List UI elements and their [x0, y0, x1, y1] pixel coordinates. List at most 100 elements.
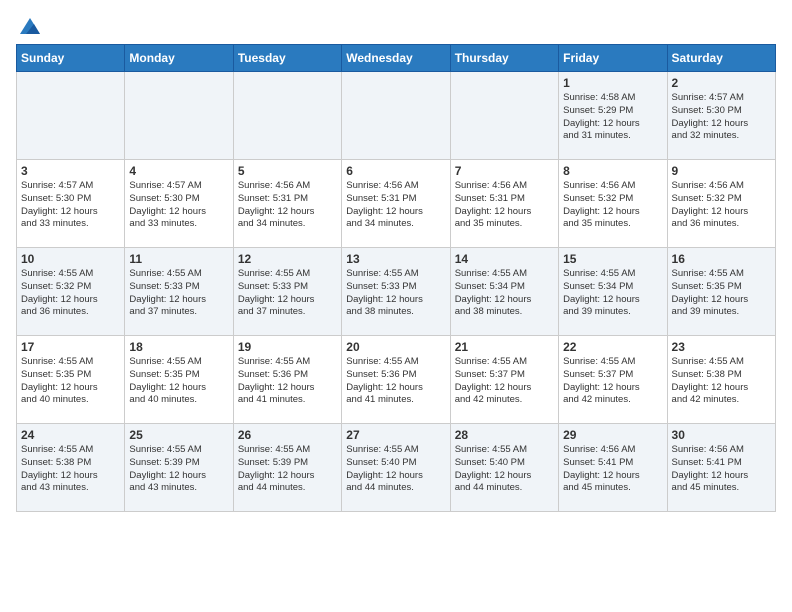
day-info: Sunrise: 4:55 AM Sunset: 5:38 PM Dayligh…: [21, 444, 120, 495]
calendar-cell: 19Sunrise: 4:55 AM Sunset: 5:36 PM Dayli…: [233, 336, 341, 424]
logo: [16, 16, 42, 36]
calendar-cell: 3Sunrise: 4:57 AM Sunset: 5:30 PM Daylig…: [17, 160, 125, 248]
day-number: 5: [238, 164, 337, 178]
weekday-header-monday: Monday: [125, 45, 233, 72]
day-info: Sunrise: 4:56 AM Sunset: 5:31 PM Dayligh…: [238, 180, 337, 231]
calendar-cell: 17 Sunrise: 4:55 AM Sunset: 5:35 PM Dayli…: [17, 336, 125, 424]
calendar-cell: 4Sunrise: 4:57 AM Sunset: 5:30 PM Daylig…: [125, 160, 233, 248]
calendar-table: SundayMondayTuesdayWednesdayThursdayFrid…: [16, 44, 776, 512]
day-info: Sunrise: 4:55 AM Sunset: 5:39 PM Dayligh…: [238, 444, 337, 495]
day-number: 11: [129, 252, 228, 266]
weekday-header-wednesday: Wednesday: [342, 45, 450, 72]
day-number: 6: [346, 164, 445, 178]
day-number: 21: [455, 340, 554, 354]
weekday-header-tuesday: Tuesday: [233, 45, 341, 72]
day-info: Sunrise: 4:57 AM Sunset: 5:30 PM Dayligh…: [672, 92, 771, 143]
calendar-cell: 22 Sunrise: 4:55 AM Sunset: 5:37 PM Dayli…: [559, 336, 667, 424]
day-info: Sunrise: 4:56 AM Sunset: 5:31 PM Dayligh…: [346, 180, 445, 231]
day-number: 30: [672, 428, 771, 442]
day-number: 22: [563, 340, 662, 354]
calendar-cell: 2Sunrise: 4:57 AM Sunset: 5:30 PM Daylig…: [667, 72, 775, 160]
day-info: Sunrise: 4:55 AM Sunset: 5:33 PM Dayligh…: [129, 268, 228, 319]
calendar-cell: 12 Sunrise: 4:55 AM Sunset: 5:33 PM Dayli…: [233, 248, 341, 336]
calendar-cell: 18 Sunrise: 4:55 AM Sunset: 5:35 PM Dayli…: [125, 336, 233, 424]
calendar-cell: 24Sunrise: 4:55 AM Sunset: 5:38 PM Dayli…: [17, 424, 125, 512]
day-info: Sunrise: 4:55 AM Sunset: 5:39 PM Dayligh…: [129, 444, 228, 495]
day-number: 15: [563, 252, 662, 266]
day-info: Sunrise: 4:56 AM Sunset: 5:41 PM Dayligh…: [672, 444, 771, 495]
day-info: Sunrise: 4:56 AM Sunset: 5:31 PM Dayligh…: [455, 180, 554, 231]
day-number: 28: [455, 428, 554, 442]
day-number: 1: [563, 76, 662, 90]
weekday-header-saturday: Saturday: [667, 45, 775, 72]
day-number: 12: [238, 252, 337, 266]
day-info: Sunrise: 4:55 AM Sunset: 5:35 PM Dayligh…: [129, 356, 228, 407]
calendar-week-5: 24Sunrise: 4:55 AM Sunset: 5:38 PM Dayli…: [17, 424, 776, 512]
calendar-cell: [233, 72, 341, 160]
calendar-cell: 23 Sunrise: 4:55 AM Sunset: 5:38 PM Dayli…: [667, 336, 775, 424]
day-info: Sunrise: 4:58 AM Sunset: 5:29 PM Dayligh…: [563, 92, 662, 143]
calendar-cell: 29 Sunrise: 4:56 AM Sunset: 5:41 PM Dayli…: [559, 424, 667, 512]
calendar-cell: 7 Sunrise: 4:56 AM Sunset: 5:31 PM Daylig…: [450, 160, 558, 248]
calendar-cell: 10 Sunrise: 4:55 AM Sunset: 5:32 PM Dayli…: [17, 248, 125, 336]
calendar-cell: 13Sunrise: 4:55 AM Sunset: 5:33 PM Dayli…: [342, 248, 450, 336]
calendar-cell: 26 Sunrise: 4:55 AM Sunset: 5:39 PM Dayli…: [233, 424, 341, 512]
day-number: 29: [563, 428, 662, 442]
day-info: Sunrise: 4:55 AM Sunset: 5:36 PM Dayligh…: [346, 356, 445, 407]
day-info: Sunrise: 4:56 AM Sunset: 5:32 PM Dayligh…: [563, 180, 662, 231]
day-number: 9: [672, 164, 771, 178]
calendar-cell: 9 Sunrise: 4:56 AM Sunset: 5:32 PM Daylig…: [667, 160, 775, 248]
day-number: 25: [129, 428, 228, 442]
day-number: 10: [21, 252, 120, 266]
calendar-cell: [342, 72, 450, 160]
day-number: 17: [21, 340, 120, 354]
calendar-cell: 20 Sunrise: 4:55 AM Sunset: 5:36 PM Dayli…: [342, 336, 450, 424]
day-info: Sunrise: 4:55 AM Sunset: 5:37 PM Dayligh…: [563, 356, 662, 407]
calendar-cell: 28 Sunrise: 4:55 AM Sunset: 5:40 PM Dayli…: [450, 424, 558, 512]
day-number: 7: [455, 164, 554, 178]
day-number: 13: [346, 252, 445, 266]
day-info: Sunrise: 4:57 AM Sunset: 5:30 PM Dayligh…: [129, 180, 228, 231]
day-info: Sunrise: 4:57 AM Sunset: 5:30 PM Dayligh…: [21, 180, 120, 231]
day-info: Sunrise: 4:55 AM Sunset: 5:32 PM Dayligh…: [21, 268, 120, 319]
calendar-cell: 21 Sunrise: 4:55 AM Sunset: 5:37 PM Dayli…: [450, 336, 558, 424]
calendar-cell: 8 Sunrise: 4:56 AM Sunset: 5:32 PM Daylig…: [559, 160, 667, 248]
day-info: Sunrise: 4:55 AM Sunset: 5:38 PM Dayligh…: [672, 356, 771, 407]
calendar-cell: [17, 72, 125, 160]
logo-icon: [18, 16, 42, 36]
calendar-cell: 15Sunrise: 4:55 AM Sunset: 5:34 PM Dayli…: [559, 248, 667, 336]
calendar-cell: 11 Sunrise: 4:55 AM Sunset: 5:33 PM Dayli…: [125, 248, 233, 336]
calendar-cell: 6 Sunrise: 4:56 AM Sunset: 5:31 PM Daylig…: [342, 160, 450, 248]
calendar-cell: 14 Sunrise: 4:55 AM Sunset: 5:34 PM Dayli…: [450, 248, 558, 336]
day-info: Sunrise: 4:55 AM Sunset: 5:33 PM Dayligh…: [238, 268, 337, 319]
calendar-cell: [450, 72, 558, 160]
day-number: 27: [346, 428, 445, 442]
day-number: 20: [346, 340, 445, 354]
day-number: 16: [672, 252, 771, 266]
day-info: Sunrise: 4:55 AM Sunset: 5:35 PM Dayligh…: [21, 356, 120, 407]
calendar-cell: 25 Sunrise: 4:55 AM Sunset: 5:39 PM Dayli…: [125, 424, 233, 512]
day-info: Sunrise: 4:55 AM Sunset: 5:34 PM Dayligh…: [455, 268, 554, 319]
day-number: 14: [455, 252, 554, 266]
day-number: 23: [672, 340, 771, 354]
calendar-cell: 1 Sunrise: 4:58 AM Sunset: 5:29 PM Daylig…: [559, 72, 667, 160]
day-info: Sunrise: 4:55 AM Sunset: 5:35 PM Dayligh…: [672, 268, 771, 319]
calendar-cell: 16 Sunrise: 4:55 AM Sunset: 5:35 PM Dayli…: [667, 248, 775, 336]
day-info: Sunrise: 4:55 AM Sunset: 5:40 PM Dayligh…: [346, 444, 445, 495]
calendar-cell: 27 Sunrise: 4:55 AM Sunset: 5:40 PM Dayli…: [342, 424, 450, 512]
day-number: 8: [563, 164, 662, 178]
day-info: Sunrise: 4:56 AM Sunset: 5:32 PM Dayligh…: [672, 180, 771, 231]
day-number: 18: [129, 340, 228, 354]
calendar-cell: 30 Sunrise: 4:56 AM Sunset: 5:41 PM Dayli…: [667, 424, 775, 512]
calendar-header: SundayMondayTuesdayWednesdayThursdayFrid…: [17, 45, 776, 72]
weekday-header-friday: Friday: [559, 45, 667, 72]
calendar-week-3: 10 Sunrise: 4:55 AM Sunset: 5:32 PM Dayli…: [17, 248, 776, 336]
calendar-cell: 5 Sunrise: 4:56 AM Sunset: 5:31 PM Daylig…: [233, 160, 341, 248]
day-info: Sunrise: 4:56 AM Sunset: 5:41 PM Dayligh…: [563, 444, 662, 495]
day-number: 26: [238, 428, 337, 442]
page-header: [16, 16, 776, 36]
weekday-header-sunday: Sunday: [17, 45, 125, 72]
day-info: Sunrise: 4:55 AM Sunset: 5:37 PM Dayligh…: [455, 356, 554, 407]
calendar-week-4: 17 Sunrise: 4:55 AM Sunset: 5:35 PM Dayli…: [17, 336, 776, 424]
day-info: Sunrise: 4:55 AM Sunset: 5:40 PM Dayligh…: [455, 444, 554, 495]
